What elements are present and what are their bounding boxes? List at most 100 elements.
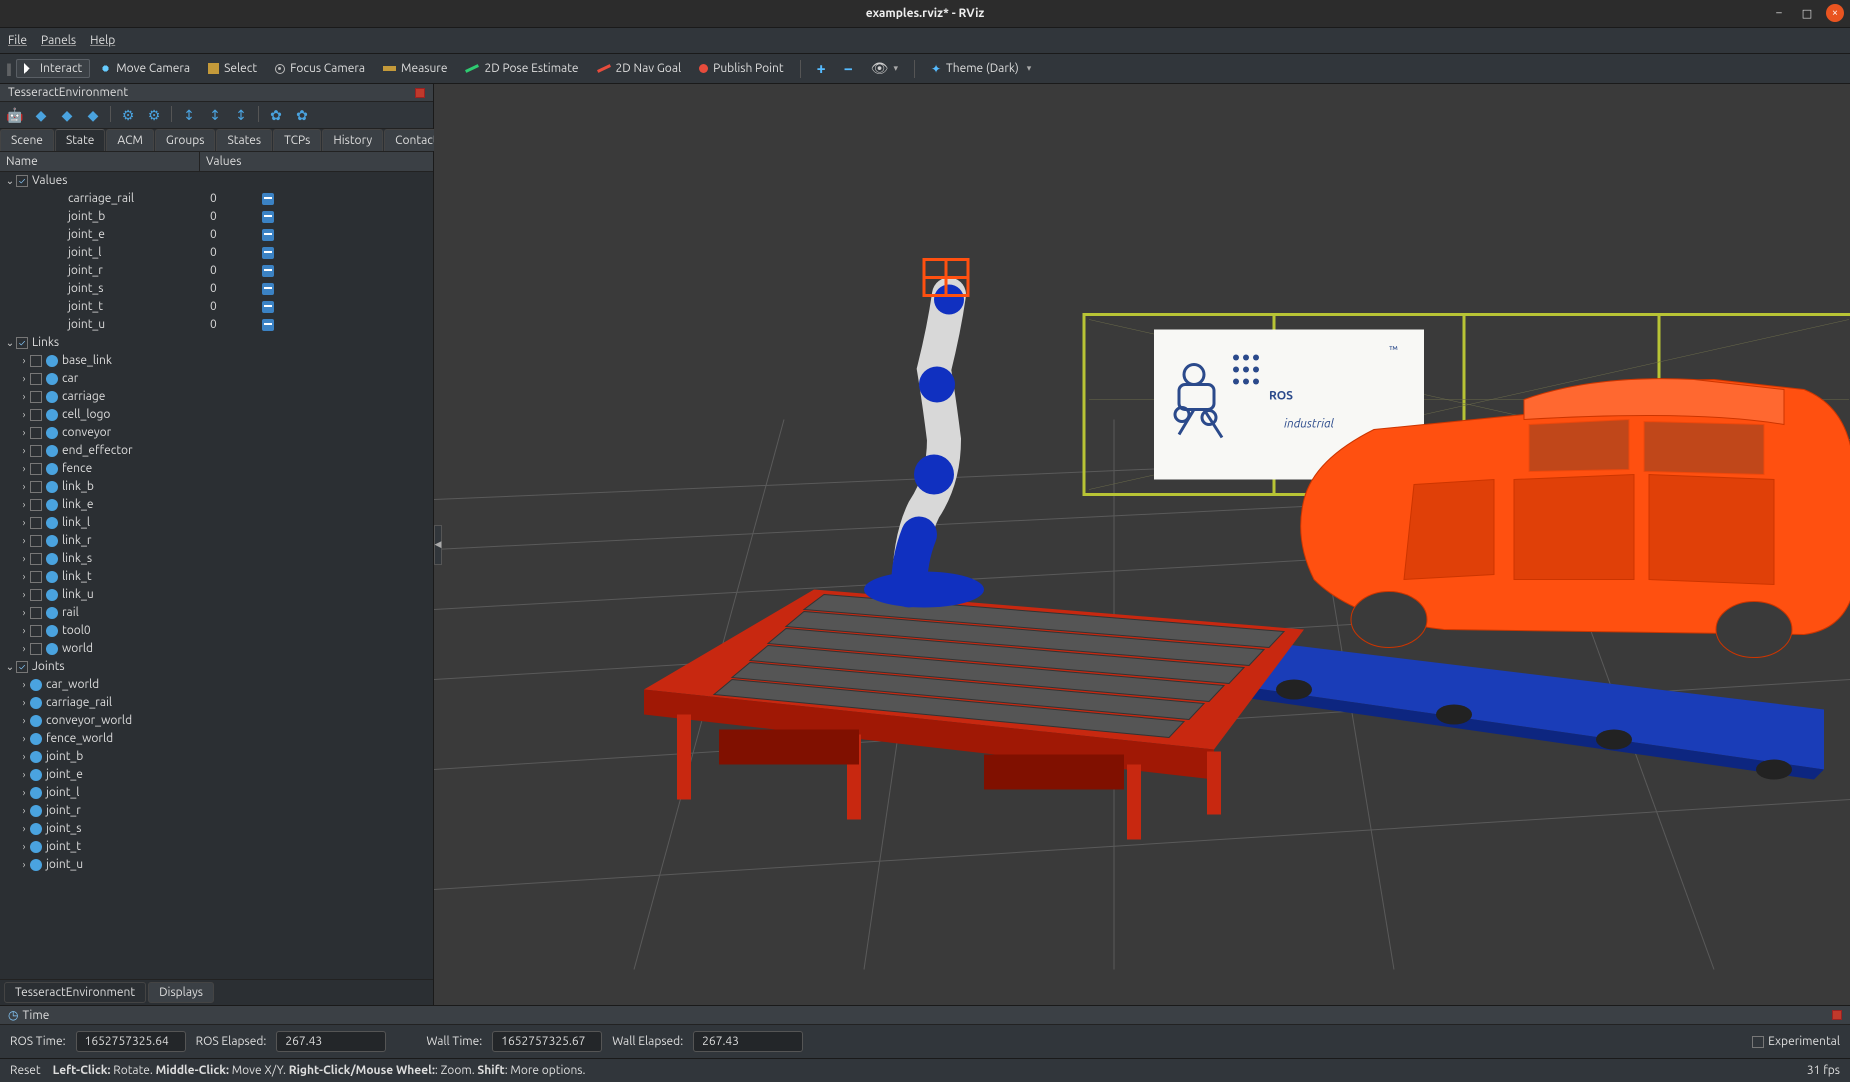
status-bar: Reset Left-Click: Rotate. Middle-Click: … — [0, 1058, 1850, 1082]
tree-row[interactable]: ›rail — [0, 604, 433, 622]
tree-row[interactable]: ›joint_r — [0, 802, 433, 820]
zoom-out[interactable]: − — [836, 57, 861, 81]
tool-move-camera[interactable]: Move Camera — [92, 59, 198, 78]
column-name[interactable]: Name — [0, 152, 200, 171]
menu-help[interactable]: Help — [90, 34, 115, 47]
tree-row[interactable]: joint_b0 — [0, 208, 433, 226]
tree-header: Name Values — [0, 152, 433, 172]
tool-interact[interactable]: Interact — [16, 59, 90, 78]
tab-tcps[interactable]: TCPs — [273, 129, 321, 151]
link-icon[interactable]: ⚙ — [145, 106, 163, 124]
tree-row[interactable]: joint_e0 — [0, 226, 433, 244]
minus-icon: − — [844, 60, 853, 78]
maximize-button[interactable] — [1798, 4, 1816, 22]
tree-row[interactable]: joint_r0 — [0, 262, 433, 280]
tree-row[interactable]: carriage_rail0 — [0, 190, 433, 208]
column-values[interactable]: Values — [200, 152, 433, 171]
tree-row[interactable]: ›car_world — [0, 676, 433, 694]
tab-acm[interactable]: ACM — [106, 129, 153, 151]
panel-collapse-handle[interactable]: ◀ — [434, 525, 442, 565]
tree-row[interactable]: ›joint_b — [0, 748, 433, 766]
wall-elapsed-field[interactable]: 267.43 — [693, 1031, 803, 1052]
gear-icon[interactable]: ✿ — [293, 106, 311, 124]
tree-row[interactable]: ›joint_e — [0, 766, 433, 784]
tree-row[interactable]: joint_l0 — [0, 244, 433, 262]
experimental-toggle[interactable]: Experimental — [1752, 1035, 1840, 1048]
tree-row[interactable]: ›link_s — [0, 550, 433, 568]
panel-tabs: SceneStateACMGroupsStatesTCPsHistoryCont… — [0, 129, 433, 152]
tree-row[interactable]: joint_s0 — [0, 280, 433, 298]
tree-row[interactable]: ›joint_l — [0, 784, 433, 802]
view-toggle[interactable]: 👁▾ — [863, 57, 906, 80]
zoom-in[interactable]: + — [809, 57, 834, 81]
cube-icon[interactable]: ◆ — [32, 106, 50, 124]
eye-icon: 👁 — [871, 60, 889, 77]
tab-history[interactable]: History — [322, 129, 383, 151]
tool-select[interactable]: Select — [200, 59, 265, 78]
tree-view[interactable]: ⌄✓Valuescarriage_rail0joint_b0joint_e0jo… — [0, 172, 433, 979]
tool-measure[interactable]: Measure — [375, 59, 455, 78]
tree-row[interactable]: ›fence — [0, 460, 433, 478]
link-icon[interactable]: ⚙ — [119, 106, 137, 124]
tree-row[interactable]: ⌄✓Links — [0, 334, 433, 352]
reset-button[interactable]: Reset — [10, 1064, 41, 1077]
ros-time-field[interactable]: 1652757325.64 — [76, 1031, 186, 1052]
tree-row[interactable]: ›link_t — [0, 568, 433, 586]
tree-row[interactable]: ›world — [0, 640, 433, 658]
tree-row[interactable]: ›carriage_rail — [0, 694, 433, 712]
tab-groups[interactable]: Groups — [155, 129, 216, 151]
menu-file[interactable]: File — [8, 34, 27, 47]
tree-row[interactable]: ›link_u — [0, 586, 433, 604]
cube-icon[interactable]: ◆ — [58, 106, 76, 124]
tree-row[interactable]: ›end_effector — [0, 442, 433, 460]
tree-row[interactable]: ›link_e — [0, 496, 433, 514]
time-panel: ◷Time ROS Time: 1652757325.64 ROS Elapse… — [0, 1005, 1850, 1058]
tree-row[interactable]: ›tool0 — [0, 622, 433, 640]
close-button[interactable] — [1826, 4, 1844, 22]
tree-row[interactable]: ›carriage — [0, 388, 433, 406]
tree-row[interactable]: ›link_r — [0, 532, 433, 550]
joint-icon[interactable]: ↕ — [180, 106, 198, 124]
bottom-tab-tesseractenvironment[interactable]: TesseractEnvironment — [4, 982, 146, 1003]
tree-row[interactable]: ›fence_world — [0, 730, 433, 748]
robot-icon[interactable]: 🤖 — [6, 106, 24, 124]
bottom-tab-displays[interactable]: Displays — [148, 982, 214, 1003]
tree-row[interactable]: ›joint_u — [0, 856, 433, 874]
joint-icon[interactable]: ↕ — [232, 106, 250, 124]
tree-row[interactable]: ›car — [0, 370, 433, 388]
ros-elapsed-field[interactable]: 267.43 — [276, 1031, 386, 1052]
cube-icon[interactable]: ◆ — [84, 106, 102, 124]
tab-states[interactable]: States — [216, 129, 272, 151]
tree-row[interactable]: ›joint_s — [0, 820, 433, 838]
tree-row[interactable]: ›base_link — [0, 352, 433, 370]
panel-title-bar[interactable]: TesseractEnvironment — [0, 84, 433, 102]
tab-scene[interactable]: Scene — [0, 129, 54, 151]
joint-icon[interactable]: ↕ — [206, 106, 224, 124]
minimize-button[interactable] — [1770, 4, 1788, 22]
menu-panels[interactable]: Panels — [41, 34, 76, 47]
tab-state[interactable]: State — [55, 129, 105, 151]
3d-viewport[interactable]: ◀ — [434, 84, 1850, 1005]
tree-row[interactable]: ›joint_t — [0, 838, 433, 856]
gear-icon[interactable]: ✿ — [267, 106, 285, 124]
panel-close-icon[interactable] — [415, 88, 425, 98]
tree-row[interactable]: joint_t0 — [0, 298, 433, 316]
tree-row[interactable]: ⌄✓Values — [0, 172, 433, 190]
tool-focus-camera[interactable]: Focus Camera — [267, 59, 373, 78]
tree-row[interactable]: ›cell_logo — [0, 406, 433, 424]
tool-publish-point[interactable]: Publish Point — [691, 59, 791, 78]
tree-row[interactable]: ›conveyor_world — [0, 712, 433, 730]
theme-selector[interactable]: ✦Theme (Dark)▾ — [923, 59, 1039, 79]
tree-row[interactable]: ›conveyor — [0, 424, 433, 442]
menubar: File Panels Help — [0, 28, 1850, 54]
3d-scene: ROS ™ industrial — [434, 84, 1850, 1005]
time-panel-title-bar[interactable]: ◷Time — [0, 1006, 1850, 1025]
tool-2d-nav-goal[interactable]: 2D Nav Goal — [589, 59, 690, 78]
tree-row[interactable]: joint_u0 — [0, 316, 433, 334]
tree-row[interactable]: ⌄✓Joints — [0, 658, 433, 676]
tree-row[interactable]: ›link_l — [0, 514, 433, 532]
tree-row[interactable]: ›link_b — [0, 478, 433, 496]
wall-time-field[interactable]: 1652757325.67 — [492, 1031, 602, 1052]
tool-2d-pose-estimate[interactable]: 2D Pose Estimate — [457, 59, 586, 78]
panel-close-icon[interactable] — [1832, 1010, 1842, 1020]
